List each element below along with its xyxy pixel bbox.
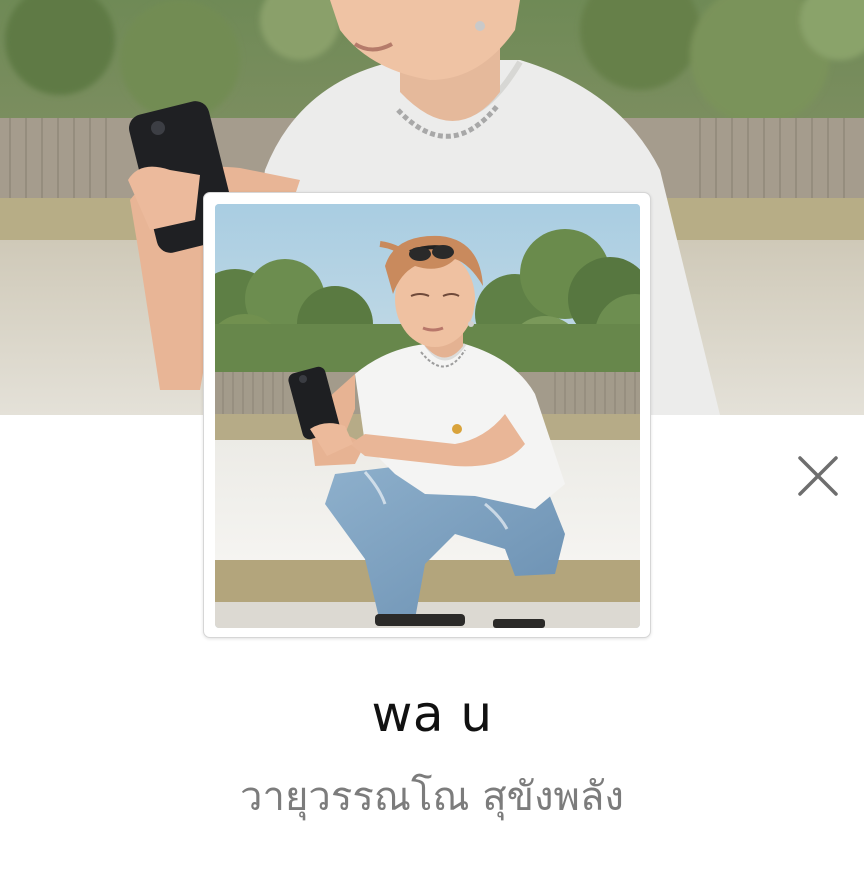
profile-photo: [215, 204, 640, 628]
close-button[interactable]: [792, 450, 844, 502]
close-icon: [798, 456, 838, 496]
profile-photo-frame[interactable]: [203, 192, 651, 638]
full-name: วายุวรรณโณ สุขังพลัง: [240, 774, 624, 820]
profile-photo-image: [215, 204, 640, 628]
profile-view: wa u วายุวรรณโณ สุขังพลัง: [0, 0, 864, 880]
display-name: wa u: [371, 685, 493, 743]
